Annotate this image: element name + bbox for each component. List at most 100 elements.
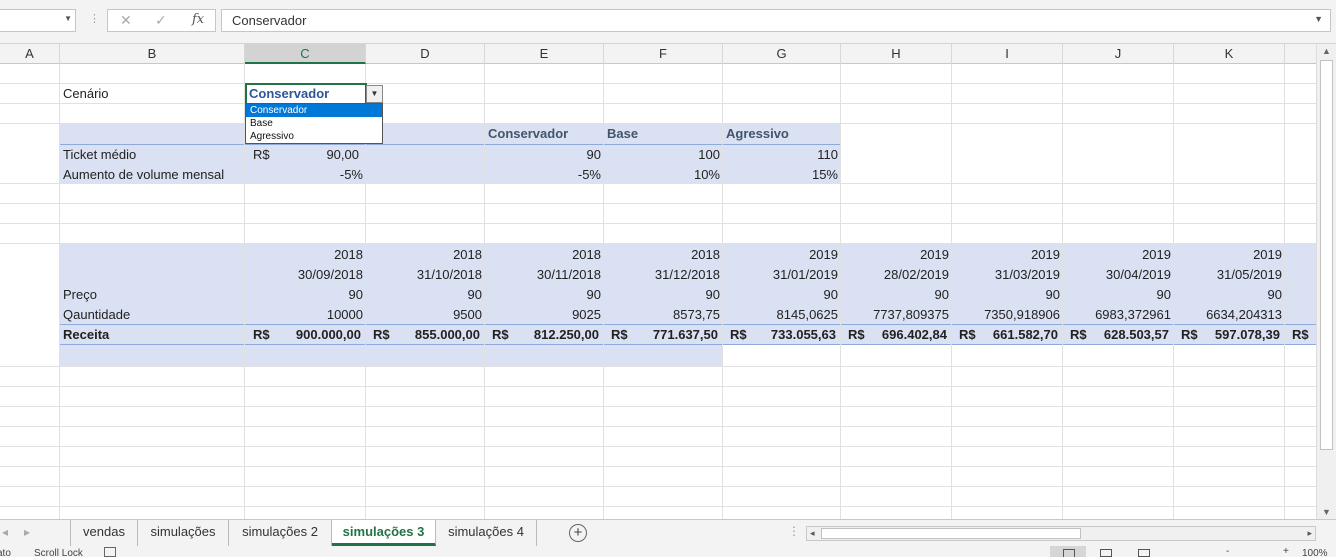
worksheet-grid[interactable]: Cenário Conservador Base Agressivo Ticke… [0, 64, 1316, 519]
receita-cell[interactable]: 855.000,00 [400, 325, 483, 345]
tab-simulacoes[interactable]: simulações [138, 520, 229, 546]
quantidade-cell[interactable]: 7350,918906 [952, 305, 1063, 325]
tab-split-handle-icon[interactable]: ⋮ [788, 524, 800, 538]
preco-cell[interactable]: 90 [604, 285, 723, 305]
receita-cell[interactable]: 696.402,84 [875, 325, 950, 345]
insert-function-icon[interactable]: fx [192, 12, 204, 27]
quantidade-cell[interactable]: 7737,809375 [841, 305, 952, 325]
expand-formula-bar-icon[interactable]: ▼ [1314, 14, 1323, 24]
validation-dropdown-list[interactable]: Conservador Base Agressivo [245, 103, 383, 144]
selected-cell-c2[interactable]: Conservador [245, 83, 367, 105]
scroll-up-icon[interactable]: ▲ [1322, 46, 1331, 56]
dropdown-arrow-icon[interactable]: ▼ [366, 85, 383, 103]
tab-scroll-left-icon[interactable]: ◂ [2, 525, 8, 539]
column-header-j[interactable]: J [1063, 44, 1174, 64]
year-cell[interactable]: 2018 [604, 245, 723, 265]
formula-input[interactable]: Conservador ▼ [221, 9, 1331, 32]
column-header-d[interactable]: D [366, 44, 485, 64]
page-layout-view-icon[interactable] [1100, 549, 1112, 557]
column-header-e[interactable]: E [485, 44, 604, 64]
preco-cell[interactable]: 90 [841, 285, 952, 305]
scroll-left-icon[interactable]: ◂ [810, 527, 815, 540]
receita-cell[interactable]: 597.078,39 [1208, 325, 1283, 345]
preco-cell[interactable]: 90 [366, 285, 485, 305]
receita-cell[interactable]: 771.637,50 [638, 325, 721, 345]
cancel-icon[interactable]: ✕ [120, 12, 132, 29]
receita-label[interactable]: Receita [60, 325, 245, 345]
receita-cell[interactable]: 733.055,63 [757, 325, 839, 345]
column-header-f[interactable]: F [604, 44, 723, 64]
aumento-conservador[interactable]: -5% [485, 165, 604, 185]
scenario-header-base[interactable]: Base [604, 124, 723, 144]
quantidade-label[interactable]: Qauntidade [60, 305, 245, 325]
aumento-base[interactable]: 10% [604, 165, 723, 185]
year-cell[interactable]: 2019 [841, 245, 952, 265]
scenario-header-conservador[interactable]: Conservador [485, 124, 604, 144]
scroll-down-icon[interactable]: ▼ [1322, 507, 1331, 517]
aumento-label[interactable]: Aumento de volume mensal [60, 165, 245, 185]
column-header-c[interactable]: C [245, 44, 366, 64]
name-box-dropdown-icon[interactable]: ▼ [64, 14, 72, 23]
dropdown-option-agressivo[interactable]: Agressivo [246, 130, 382, 143]
preco-cell[interactable]: 90 [485, 285, 604, 305]
date-cell[interactable]: 28/02/2019 [841, 265, 952, 285]
vertical-scrollbar[interactable]: ▲ ▼ [1316, 44, 1336, 519]
quantidade-cell[interactable]: 9500 [366, 305, 485, 325]
zoom-level[interactable]: 100% [1302, 548, 1328, 557]
quantidade-cell[interactable]: 8573,75 [604, 305, 723, 325]
preco-cell[interactable]: 90 [723, 285, 841, 305]
quantidade-cell[interactable]: 10000 [245, 305, 366, 325]
quantidade-cell[interactable]: 9025 [485, 305, 604, 325]
aumento-value[interactable]: -5% [245, 165, 366, 185]
preco-cell[interactable]: 90 [245, 285, 366, 305]
tab-vendas[interactable]: vendas [70, 520, 138, 546]
date-cell[interactable]: 31/01/2019 [723, 265, 841, 285]
year-cell[interactable]: 2019 [1063, 245, 1174, 265]
scenario-header-agressivo[interactable]: Agressivo [723, 124, 841, 144]
dropdown-option-conservador[interactable]: Conservador [246, 104, 382, 117]
cenario-label[interactable]: Cenário [60, 84, 245, 104]
ticket-conservador[interactable]: 90 [485, 145, 604, 165]
scroll-right-icon[interactable]: ▸ [1307, 527, 1312, 540]
tab-simulacoes-4[interactable]: simulações 4 [436, 520, 537, 546]
add-sheet-icon[interactable]: + [569, 524, 587, 542]
date-cell[interactable]: 30/04/2019 [1063, 265, 1174, 285]
date-cell[interactable]: 30/11/2018 [485, 265, 604, 285]
quantidade-cell[interactable]: 6983,372961 [1063, 305, 1174, 325]
column-header-h[interactable]: H [841, 44, 952, 64]
year-cell[interactable]: 2018 [485, 245, 604, 265]
date-cell[interactable]: 31/10/2018 [366, 265, 485, 285]
tab-simulacoes-2[interactable]: simulações 2 [229, 520, 332, 546]
preco-label[interactable]: Preço [60, 285, 245, 305]
column-header-a[interactable]: A [0, 44, 60, 64]
date-cell[interactable]: 30/09/2018 [245, 265, 366, 285]
quantidade-cell[interactable]: 6634,204313 [1174, 305, 1285, 325]
tab-simulacoes-3[interactable]: simulações 3 [332, 520, 436, 546]
date-cell[interactable]: 31/05/2019 [1174, 265, 1285, 285]
receita-cell[interactable]: 900.000,00 [280, 325, 364, 345]
normal-view-icon[interactable] [1050, 546, 1086, 557]
date-cell[interactable]: 31/12/2018 [604, 265, 723, 285]
column-header-i[interactable]: I [952, 44, 1063, 64]
preco-cell[interactable]: 90 [1174, 285, 1285, 305]
dropdown-option-base[interactable]: Base [246, 117, 382, 130]
year-cell[interactable]: 2018 [245, 245, 366, 265]
column-header-g[interactable]: G [723, 44, 841, 64]
aumento-agressivo[interactable]: 15% [723, 165, 841, 185]
year-cell[interactable]: 2019 [723, 245, 841, 265]
zoom-in-icon[interactable]: + [1283, 546, 1289, 557]
year-cell[interactable]: 2019 [952, 245, 1063, 265]
ticket-agressivo[interactable]: 110 [723, 145, 841, 165]
receita-cell[interactable]: 661.582,70 [986, 325, 1061, 345]
zoom-out-icon[interactable]: - [1226, 546, 1229, 557]
receita-cell[interactable]: 812.250,00 [519, 325, 602, 345]
horizontal-scroll-thumb[interactable] [821, 528, 1081, 539]
vertical-scroll-thumb[interactable] [1320, 60, 1333, 450]
preco-cell[interactable]: 90 [952, 285, 1063, 305]
ticket-label[interactable]: Ticket médio [60, 145, 245, 165]
quantidade-cell[interactable]: 8145,0625 [723, 305, 841, 325]
page-break-view-icon[interactable] [1138, 549, 1150, 557]
receita-cell[interactable]: 628.503,57 [1097, 325, 1172, 345]
ticket-value[interactable]: 90,00 [280, 145, 362, 165]
name-box[interactable]: ▼ [0, 9, 76, 32]
